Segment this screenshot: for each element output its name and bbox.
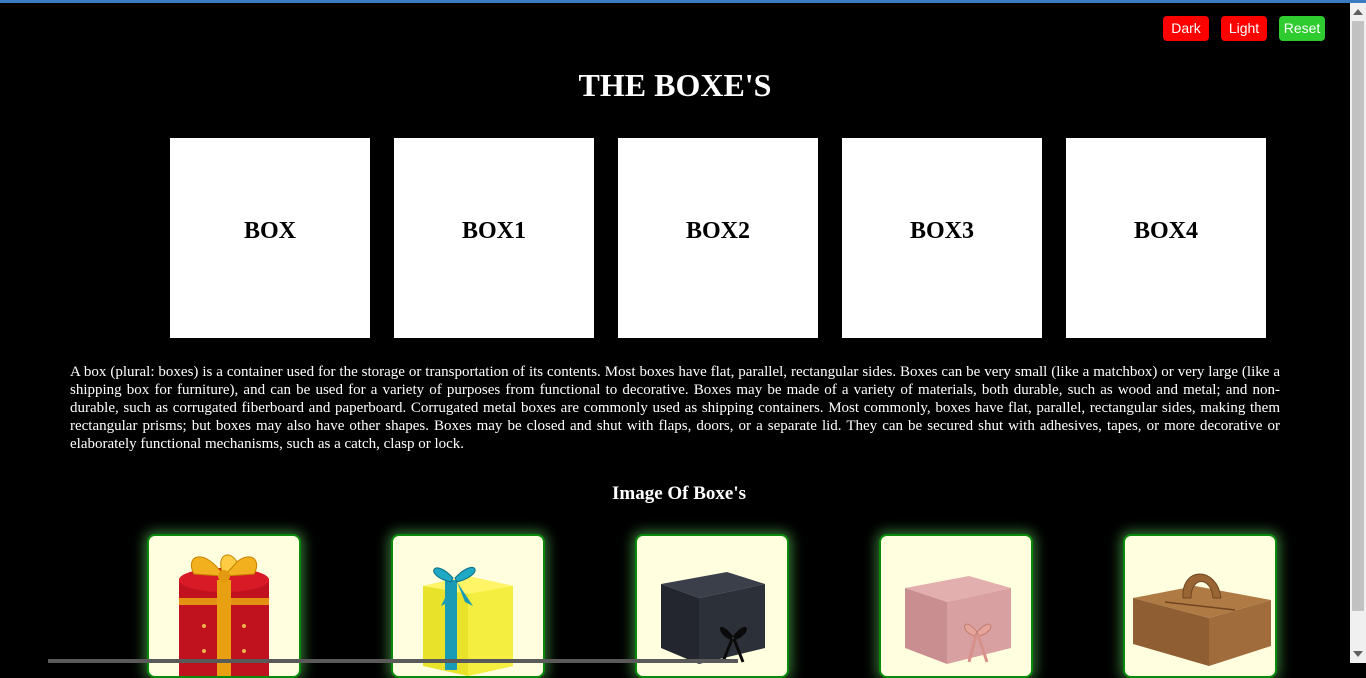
- scroll-down-arrow-icon[interactable]: [1353, 651, 1363, 657]
- box-tile: BOX: [170, 138, 370, 338]
- yellow-hexagon-gift-image: [423, 567, 513, 676]
- scroll-thumb[interactable]: [1352, 21, 1364, 611]
- page: Dark Light Reset THE BOXE'S BOX BOX1 BOX…: [0, 3, 1350, 678]
- box-tile: BOX2: [618, 138, 818, 338]
- kraft-box-image: [1133, 573, 1271, 666]
- black-gift-box-image: [661, 572, 765, 664]
- box-label: BOX2: [685, 217, 750, 244]
- dark-theme-button[interactable]: Dark: [1163, 16, 1209, 41]
- vertical-scrollbar[interactable]: [1350, 3, 1366, 663]
- gallery-card: [1123, 534, 1277, 678]
- box-label: BOX4: [1133, 217, 1198, 244]
- gallery-card: [635, 534, 789, 678]
- box-tile: BOX3: [842, 138, 1042, 338]
- box-tile: BOX1: [394, 138, 594, 338]
- horizontal-scrollbar[interactable]: [48, 659, 738, 663]
- page-title: THE BOXE'S: [578, 67, 772, 103]
- scroll-up-arrow-icon[interactable]: [1353, 9, 1363, 15]
- box-label: BOX1: [461, 217, 526, 244]
- red-cylinder-gift-image: [179, 554, 269, 676]
- gallery-card: [391, 534, 545, 678]
- box-tile: BOX4: [1066, 138, 1266, 338]
- box-label: BOX3: [909, 217, 974, 244]
- light-theme-button[interactable]: Light: [1221, 16, 1267, 41]
- pink-gift-box-image: [905, 576, 1011, 664]
- box-description: A box (plural: boxes) is a container use…: [70, 364, 1280, 452]
- reset-theme-button[interactable]: Reset: [1279, 16, 1325, 41]
- gallery-title: Image Of Boxe's: [611, 483, 747, 504]
- gallery-card: [879, 534, 1033, 678]
- gallery-card: [147, 534, 301, 678]
- box-label: BOX: [243, 217, 296, 244]
